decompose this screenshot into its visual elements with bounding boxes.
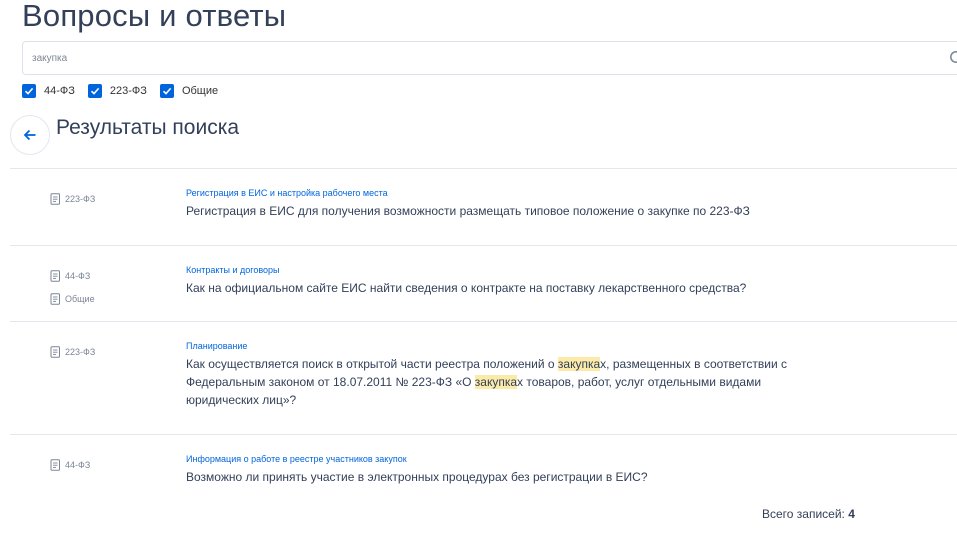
result-tags: 223-ФЗ [50, 193, 95, 216]
search-box [22, 41, 957, 75]
filter-223fz[interactable]: 223-ФЗ [87, 84, 147, 98]
filter-44fz-checkbox[interactable] [22, 84, 36, 98]
result-question-link[interactable]: Как на официальном сайте ЕИС найти сведе… [186, 279, 826, 297]
result-question-link[interactable]: Как осуществляется поиск в открытой част… [186, 355, 826, 409]
results-title: Результаты поиска [56, 116, 240, 139]
result-tags: 223-ФЗ [50, 346, 95, 369]
checkmark-icon [24, 87, 34, 95]
page-title: Вопросы и ответы [22, 0, 287, 33]
result-tag-label: 44-ФЗ [65, 271, 91, 281]
result-content: Контракты и договоры Как на официальном … [186, 264, 826, 297]
result-tag: 44-ФЗ [50, 270, 95, 282]
result-item: 223-ФЗ Регистрация в ЕИС и настройка раб… [10, 168, 957, 245]
search-highlight: закупка [474, 375, 518, 389]
result-question-link[interactable]: Регистрация в ЕИС для получения возможно… [186, 202, 826, 220]
search-icon[interactable] [949, 50, 957, 66]
result-category-link[interactable]: Регистрация в ЕИС и настройка рабочего м… [186, 187, 826, 199]
arrow-left-icon [23, 129, 36, 141]
result-tag-label: Общие [65, 294, 95, 304]
filter-223fz-checkbox[interactable] [87, 84, 102, 98]
total-count: 4 [848, 507, 855, 521]
result-tag: 223-ФЗ [50, 346, 95, 358]
result-tag-label: 44-ФЗ [65, 460, 91, 470]
document-icon [50, 293, 60, 305]
filter-223fz-label: 223-ФЗ [109, 85, 147, 97]
question-text: Как осуществляется поиск в открытой част… [186, 357, 558, 371]
result-tags: 44-ФЗ Общие [50, 270, 95, 316]
result-tag-label: 223-ФЗ [65, 347, 96, 357]
search-input[interactable] [32, 42, 932, 74]
law-filters: 44-ФЗ 223-ФЗ Общие [22, 84, 231, 98]
back-button[interactable] [10, 115, 50, 155]
result-category-link[interactable]: Контракты и договоры [186, 264, 826, 276]
total-records: Всего записей: 4 [762, 507, 855, 521]
page: Вопросы и ответы 44-ФЗ 223-ФЗ [0, 0, 957, 540]
result-content: Планирование Как осуществляется поиск в … [186, 340, 826, 409]
results-list: 223-ФЗ Регистрация в ЕИС и настройка раб… [10, 168, 957, 514]
document-icon [50, 459, 60, 471]
result-item: 223-ФЗ Планирование Как осуществляется п… [10, 321, 957, 434]
checkmark-icon [90, 87, 100, 95]
result-content: Регистрация в ЕИС и настройка рабочего м… [186, 187, 826, 220]
total-label: Всего записей: [762, 507, 845, 521]
result-tags: 44-ФЗ [50, 459, 90, 482]
result-category-link[interactable]: Планирование [186, 340, 826, 352]
filter-general[interactable]: Общие [159, 84, 219, 98]
result-tag-label: 223-ФЗ [65, 194, 96, 204]
result-question-link[interactable]: Возможно ли принять участие в электронны… [186, 468, 826, 486]
result-item: 44-ФЗ Общие Контракты и договоры Как на … [10, 245, 957, 321]
result-content: Информация о работе в реестре участников… [186, 453, 826, 486]
checkmark-icon [162, 87, 172, 95]
filter-general-label: Общие [181, 85, 219, 97]
result-category-link[interactable]: Информация о работе в реестре участников… [186, 453, 826, 465]
filter-general-checkbox[interactable] [159, 84, 174, 98]
filter-44fz[interactable]: 44-ФЗ [22, 84, 75, 98]
result-item: 44-ФЗ Информация о работе в реестре учас… [10, 434, 957, 514]
result-tag: Общие [50, 293, 95, 305]
result-tag: 44-ФЗ [50, 459, 90, 471]
document-icon [50, 270, 60, 282]
document-icon [50, 193, 60, 205]
search-highlight: закупка [557, 357, 601, 371]
document-icon [50, 346, 60, 358]
result-tag: 223-ФЗ [50, 193, 95, 205]
filter-44fz-label: 44-ФЗ [44, 85, 75, 97]
